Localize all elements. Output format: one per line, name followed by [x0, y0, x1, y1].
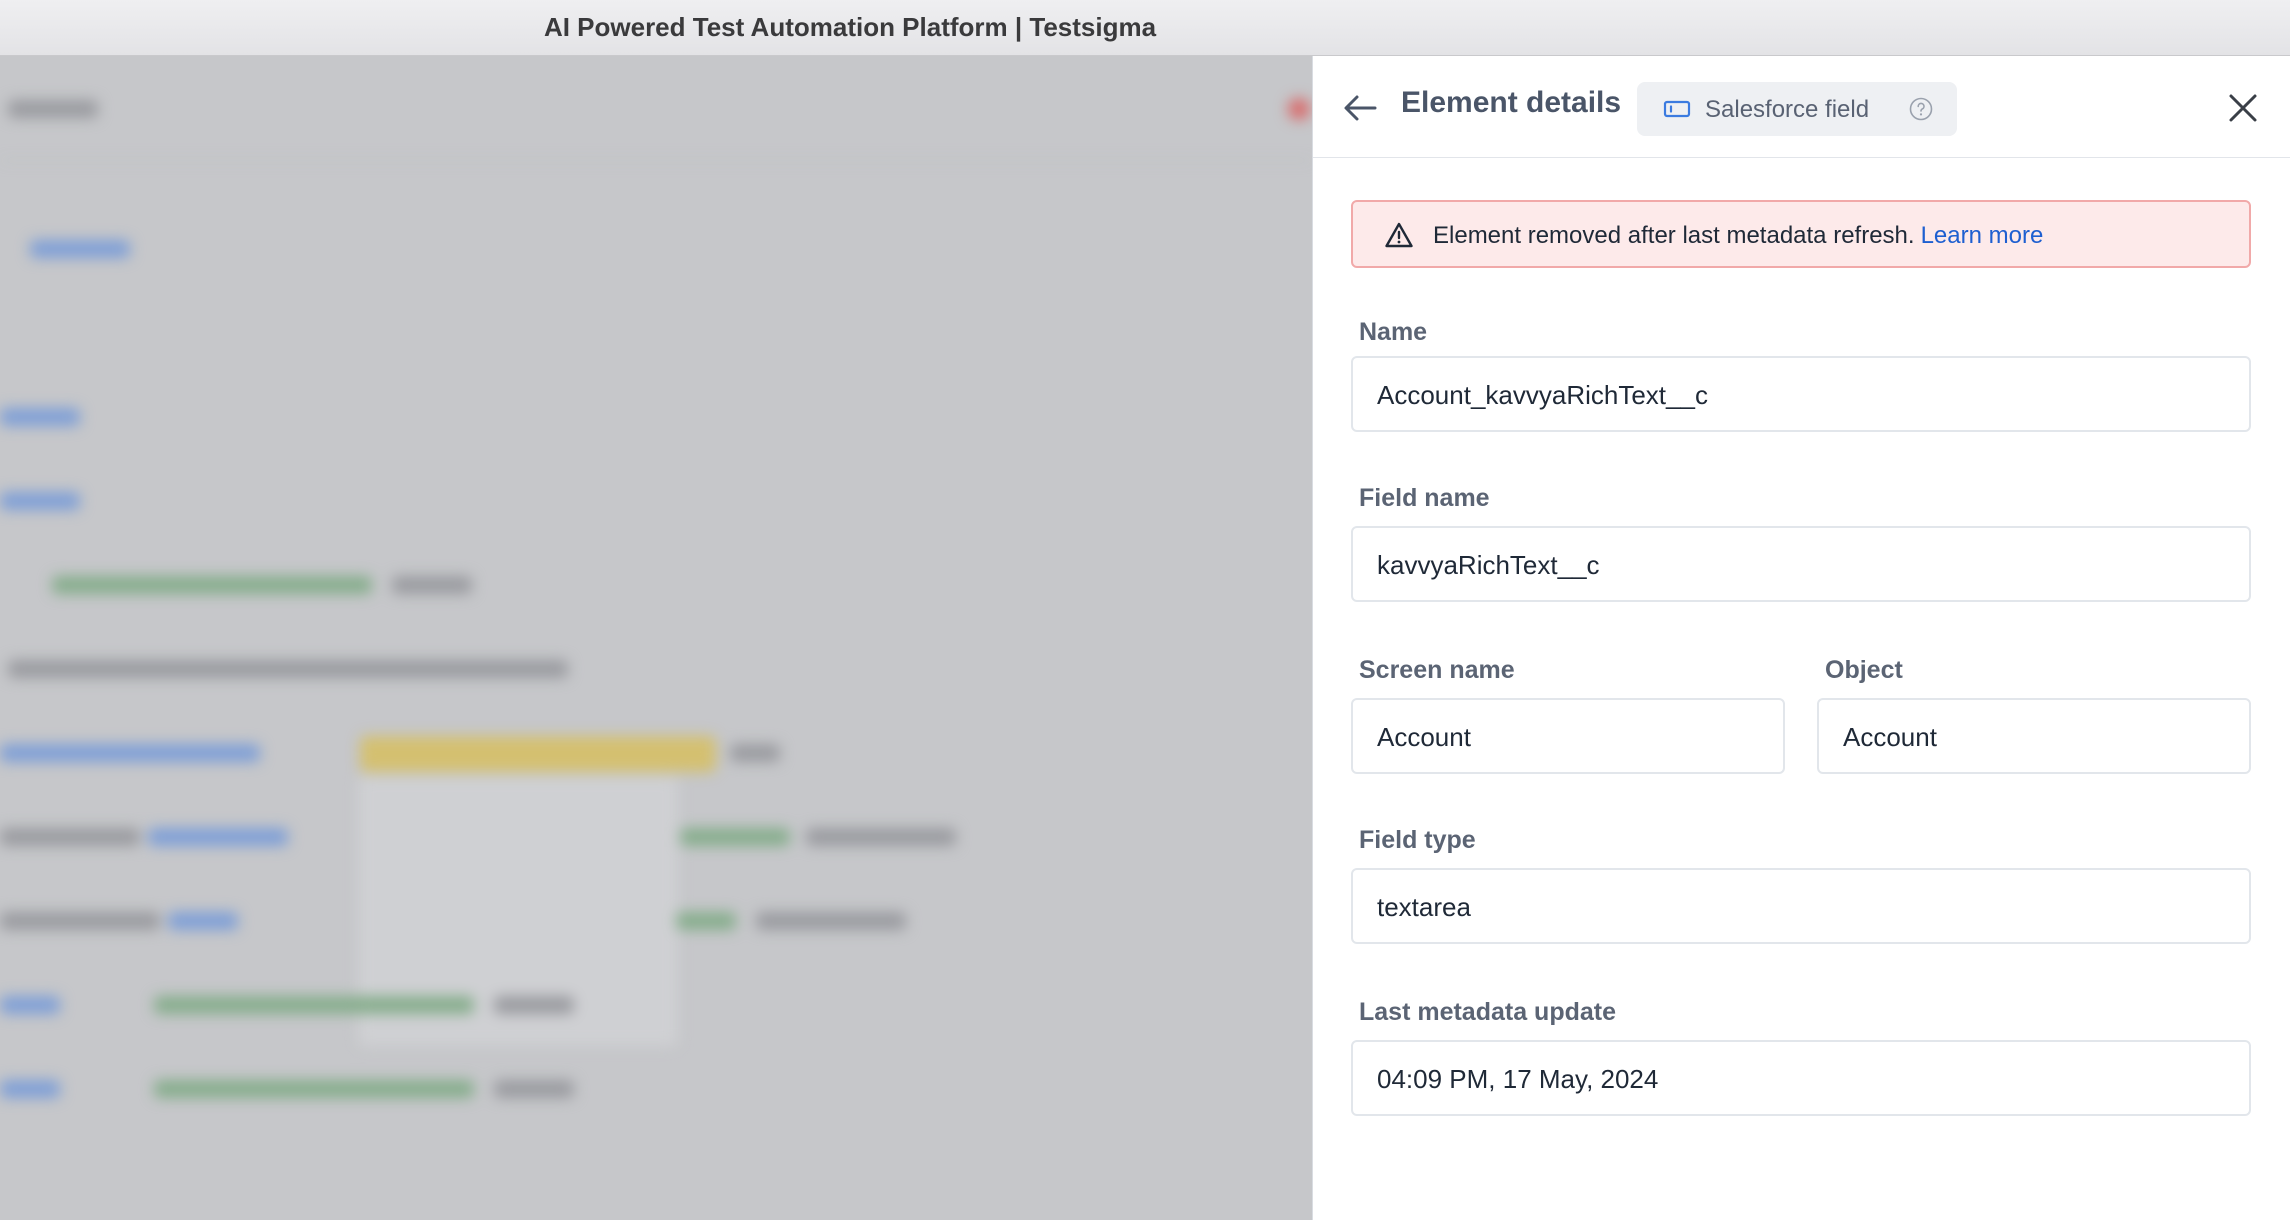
bg-line — [494, 1080, 574, 1098]
bg-line — [806, 828, 956, 846]
close-icon — [2229, 94, 2257, 122]
arrow-left-icon — [1344, 95, 1377, 121]
alert-text: Element removed after last metadata refr… — [1433, 222, 2043, 250]
bg-line — [392, 576, 472, 594]
last-metadata-update-value: 04:09 PM, 17 May, 2024 — [1377, 1064, 1659, 1094]
object-label: Object — [1825, 656, 1903, 684]
name-label: Name — [1359, 318, 1428, 346]
field-name-value: kavvyaRichText__c — [1377, 550, 1600, 580]
close-button[interactable] — [2223, 88, 2263, 128]
bg-line — [0, 996, 60, 1014]
field-type-label: Field type — [1359, 826, 1476, 854]
bg-line — [680, 828, 790, 846]
bg-line — [52, 576, 372, 594]
learn-more-link[interactable]: Learn more — [1921, 222, 2044, 249]
bg-line — [494, 996, 574, 1014]
warning-triangle-icon — [1385, 222, 1413, 248]
bg-line — [730, 744, 780, 762]
object-field[interactable]: Account — [1817, 698, 2251, 774]
field-name-label: Field name — [1359, 484, 1490, 512]
last-metadata-update-field[interactable]: 04:09 PM, 17 May, 2024 — [1351, 1040, 2251, 1116]
background-content — [0, 56, 1312, 1220]
badge-label: Salesforce field — [1705, 96, 1870, 123]
bg-line — [154, 1080, 474, 1098]
bg-line — [168, 912, 238, 930]
bg-line — [8, 100, 98, 118]
background-toolbar — [0, 56, 1312, 161]
bg-highlight — [360, 736, 716, 772]
screen-name-value: Account — [1377, 722, 1471, 752]
field-type-field[interactable]: textarea — [1351, 868, 2251, 944]
metadata-removed-alert: Element removed after last metadata refr… — [1351, 200, 2251, 268]
bg-line — [0, 828, 140, 846]
window-titlebar: AI Powered Test Automation Platform | Te… — [0, 0, 2290, 56]
bg-line — [0, 1080, 60, 1098]
field-name-field[interactable]: kavvyaRichText__c — [1351, 526, 2251, 602]
back-button[interactable] — [1341, 88, 1381, 128]
last-metadata-update-label: Last metadata update — [1359, 998, 1617, 1026]
name-field[interactable]: Account_kavvyaRichText__c — [1351, 356, 2251, 432]
salesforce-field-icon — [1663, 100, 1691, 118]
bg-line — [0, 912, 160, 930]
bg-line — [30, 240, 130, 258]
panel-header: Element details Salesforce field — [1313, 56, 2290, 158]
window-title: AI Powered Test Automation Platform | Te… — [543, 12, 1157, 42]
help-circle-icon[interactable] — [1909, 97, 1933, 121]
bg-line — [756, 912, 906, 930]
field-type-value: textarea — [1377, 892, 1471, 922]
screen-name-field[interactable]: Account — [1351, 698, 1785, 774]
bg-line — [676, 912, 736, 930]
blurred-background-app — [0, 56, 1312, 1220]
bg-line — [8, 660, 568, 678]
bg-line — [0, 492, 80, 510]
bg-line — [154, 996, 474, 1014]
screen-name-label: Screen name — [1359, 656, 1515, 684]
element-details-panel: Element details Salesforce field Element… — [1312, 56, 2290, 1220]
salesforce-field-badge: Salesforce field — [1637, 82, 1957, 136]
bg-line — [148, 828, 288, 846]
alert-message: Element removed after last metadata refr… — [1433, 222, 1915, 249]
panel-title: Element details — [1401, 86, 1622, 119]
bg-line — [0, 744, 260, 762]
bg-line — [0, 408, 80, 426]
background-status-dot — [1288, 98, 1310, 120]
object-value: Account — [1843, 722, 1937, 752]
name-value: Account_kavvyaRichText__c — [1377, 380, 1708, 410]
